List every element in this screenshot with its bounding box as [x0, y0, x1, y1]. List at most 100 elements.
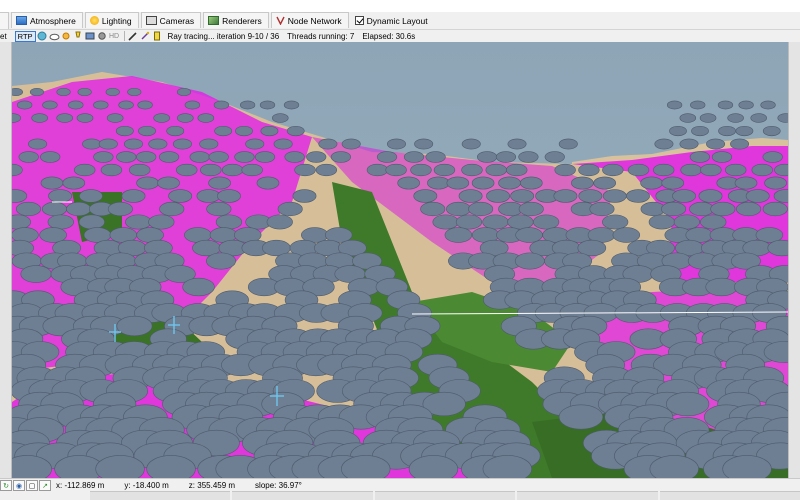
threads-text: Threads running: 7 — [287, 31, 355, 41]
shrub — [762, 125, 781, 137]
shrub — [98, 138, 118, 150]
shrub — [640, 176, 663, 190]
refresh-icon[interactable]: ↻ — [0, 480, 12, 491]
shrub — [679, 138, 699, 150]
shrub — [208, 176, 231, 190]
shrub — [15, 201, 42, 217]
tab-renderers[interactable]: Renderers — [203, 12, 269, 28]
shrub — [485, 163, 507, 177]
shrub — [76, 113, 94, 123]
shrub-field — [12, 87, 788, 478]
shrub — [689, 201, 715, 217]
magic-wand-icon[interactable] — [140, 31, 151, 42]
shrub — [666, 100, 683, 110]
shrub — [206, 252, 236, 270]
bottom-tab[interactable] — [659, 491, 800, 500]
shrub — [93, 100, 109, 110]
sun-settings-icon[interactable] — [61, 31, 72, 42]
shrub — [627, 163, 650, 177]
bottom-tab[interactable] — [232, 491, 373, 500]
hd-button[interactable]: HD — [109, 31, 120, 42]
shrub — [166, 125, 185, 137]
shrub — [74, 163, 96, 177]
globe-icon[interactable] — [37, 31, 48, 42]
shrub — [176, 87, 192, 97]
shrub — [148, 214, 175, 230]
shrub — [284, 151, 305, 163]
checkbox[interactable] — [354, 16, 364, 25]
shrub — [125, 214, 152, 230]
shrub — [589, 201, 615, 217]
shrub — [387, 138, 406, 150]
frame-icon[interactable]: ▢ — [26, 480, 38, 491]
shrub — [106, 113, 124, 123]
shrub — [315, 163, 338, 177]
shrub — [700, 214, 727, 230]
shrub — [42, 100, 58, 110]
right-panel-edge — [788, 42, 800, 478]
sun-icon — [89, 16, 99, 25]
shrub — [260, 125, 279, 137]
shrub — [341, 138, 361, 150]
shrub — [446, 176, 470, 190]
render-viewport[interactable] — [12, 42, 788, 478]
renderer-icon — [208, 16, 220, 25]
tab-atmosphere[interactable]: Atmosphere — [11, 12, 83, 28]
shrub — [182, 277, 215, 297]
shrub — [213, 100, 230, 110]
shrub — [78, 214, 105, 230]
shrub — [273, 138, 293, 150]
measure-icon[interactable]: ↗ — [39, 480, 51, 491]
tab-partial[interactable] — [0, 12, 9, 29]
bottom-tab[interactable] — [90, 491, 231, 500]
slope-readout: slope: 36.97° — [255, 481, 302, 490]
shrub — [735, 125, 754, 137]
shrub — [196, 189, 221, 203]
tab-bar: Atmosphere Lighting Cameras Renderers No… — [0, 12, 800, 30]
bottom-tab[interactable] — [517, 491, 658, 500]
rtp-button[interactable]: RTP — [14, 30, 36, 42]
shrub — [107, 201, 133, 217]
brush-icon[interactable] — [128, 31, 139, 42]
shrub — [700, 163, 722, 177]
shrub — [286, 125, 305, 137]
settings-icon[interactable] — [97, 31, 108, 42]
dynamic-layout-label: Dynamic Layout — [366, 15, 428, 26]
tab-node-network[interactable]: Node Network — [270, 12, 349, 28]
shrub — [558, 404, 604, 430]
tab-cameras[interactable]: Cameras — [140, 12, 202, 28]
shrub — [93, 151, 114, 163]
shrub — [730, 138, 750, 150]
shrub — [136, 151, 157, 163]
atmosphere-icon — [16, 16, 27, 25]
shrub — [425, 151, 446, 163]
shrub — [706, 138, 726, 150]
eye-icon[interactable]: ◉ — [13, 480, 25, 491]
shrub — [48, 189, 73, 203]
bottom-tab-strip — [90, 491, 800, 500]
bottom-tab[interactable] — [374, 491, 516, 500]
shrub — [330, 151, 351, 163]
battery-icon[interactable] — [152, 31, 163, 42]
shrub — [137, 100, 153, 110]
dynamic-layout-toggle[interactable]: Dynamic Layout — [351, 12, 432, 29]
shrub — [571, 176, 594, 190]
shrub — [206, 201, 232, 217]
coord-x: x: -112.869 m — [56, 481, 105, 490]
light-icon[interactable] — [73, 31, 84, 42]
shrub — [461, 138, 481, 150]
shrub — [578, 163, 600, 177]
shrub — [760, 100, 776, 110]
shrub — [136, 176, 159, 190]
shrub — [100, 163, 123, 177]
render-view-icon[interactable] — [85, 31, 96, 42]
shrub — [410, 163, 432, 177]
toolbar-partial-label: et — [0, 31, 7, 41]
camera-icon — [145, 16, 157, 25]
shrub — [458, 189, 483, 203]
cloud-icon[interactable] — [49, 31, 60, 42]
shrub — [62, 176, 86, 190]
render-toolbar: et RTP HD Ray tracing... iteration 9-10 … — [0, 30, 800, 42]
shrub — [105, 87, 120, 97]
tab-lighting[interactable]: Lighting — [84, 12, 139, 28]
